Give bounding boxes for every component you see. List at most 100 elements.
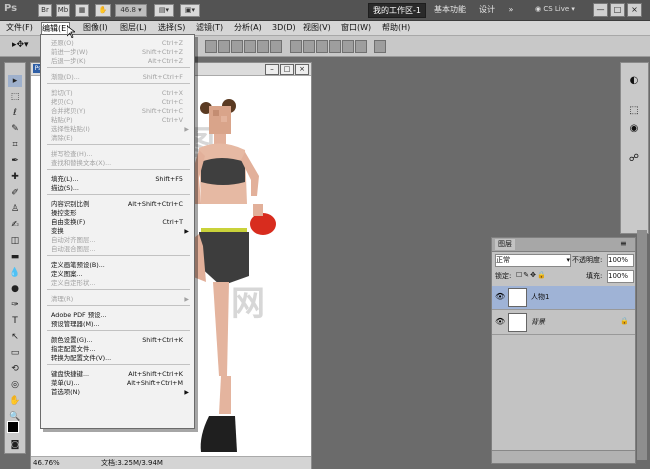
layer-row[interactable]: 👁 背景 🔒 xyxy=(492,311,635,335)
edit-menu-item[interactable]: 变换 ▶ xyxy=(51,227,189,236)
lock-icons[interactable]: ☐✎✥🔒 xyxy=(516,271,547,279)
edit-menu-item[interactable]: 内容识别比例 Alt+Shift+Ctrl+C xyxy=(51,200,189,209)
menu-analysis[interactable]: 分析(A) xyxy=(234,22,262,34)
foreground-color-swatch[interactable] xyxy=(7,421,19,433)
maximize-button[interactable]: □ xyxy=(610,3,625,17)
move-tool-icon[interactable]: ▸ xyxy=(8,75,22,87)
doc-minimize-button[interactable]: – xyxy=(265,64,279,75)
menu-layer[interactable]: 图层(L) xyxy=(120,22,147,34)
edit-menu-item[interactable]: 转换为配置文件(V)... xyxy=(51,354,189,363)
menu-file[interactable]: 文件(F) xyxy=(6,22,33,34)
doc-maximize-button[interactable]: □ xyxy=(280,64,294,75)
zoom-select[interactable]: 46.8 ▾ xyxy=(115,4,147,17)
align-vcenter-icon[interactable] xyxy=(218,40,230,53)
quick-select-tool-icon[interactable]: ✎ xyxy=(8,123,22,135)
mini-bridge-icon[interactable]: Mb xyxy=(56,4,70,17)
edit-menu-item: 选择性粘贴(I) ▶ xyxy=(51,125,189,134)
transform-icon[interactable]: ⬚ xyxy=(627,105,641,119)
hand-tool-icon[interactable]: ✋ xyxy=(8,395,22,407)
marquee-tool-icon[interactable]: ⬚ xyxy=(8,91,22,103)
navigator-icon[interactable]: ◐ xyxy=(627,75,641,89)
eraser-tool-icon[interactable]: ◫ xyxy=(8,235,22,247)
edit-menu-item[interactable]: 定义图案... xyxy=(51,270,189,279)
screen-mode-icon[interactable]: ▣▾ xyxy=(180,4,200,17)
masks-icon[interactable]: ◉ xyxy=(627,123,641,137)
menu-select[interactable]: 选择(S) xyxy=(158,22,185,34)
eye-icon[interactable]: 👁 xyxy=(495,317,505,326)
minimize-button[interactable]: — xyxy=(593,3,608,17)
healing-brush-tool-icon[interactable]: ✚ xyxy=(8,171,22,183)
zoom-level[interactable]: 46.76% xyxy=(33,457,60,469)
history-brush-tool-icon[interactable]: ✍ xyxy=(8,219,22,231)
bridge-icon[interactable]: Br xyxy=(38,4,52,17)
distribute-bottom-icon[interactable] xyxy=(316,40,328,53)
lasso-tool-icon[interactable]: ℓ xyxy=(8,107,22,119)
edit-menu-item[interactable]: 首选项(N) ▶ xyxy=(51,388,189,397)
type-tool-icon[interactable]: T xyxy=(8,315,22,327)
distribute-vcenter-icon[interactable] xyxy=(303,40,315,53)
cs-live-button[interactable]: ◉ CS Live ▾ xyxy=(535,3,583,16)
shape-tool-icon[interactable]: ▭ xyxy=(8,347,22,359)
workspace-essentials[interactable]: 基本功能 xyxy=(430,3,470,16)
align-top-icon[interactable] xyxy=(205,40,217,53)
eyedropper-tool-icon[interactable]: ✒ xyxy=(8,155,22,167)
arrange-documents-icon[interactable]: ▤▾ xyxy=(154,4,174,17)
align-bottom-icon[interactable] xyxy=(231,40,243,53)
edit-menu-item[interactable]: 操控变形 xyxy=(51,209,189,218)
menu-item-label: 清除(E) xyxy=(51,134,73,142)
panel-menu-icon[interactable]: ≡ xyxy=(620,239,627,248)
distribute-right-icon[interactable] xyxy=(355,40,367,53)
edit-menu-item[interactable]: 自由变换(F) Ctrl+T xyxy=(51,218,189,227)
menu-filter[interactable]: 滤镜(T) xyxy=(196,22,223,34)
edit-menu-item[interactable]: 菜单(U)... Alt+Shift+Ctrl+M xyxy=(51,379,189,388)
3d-orbit-tool-icon[interactable]: ◎ xyxy=(8,379,22,391)
grid-icon[interactable]: ▦ xyxy=(75,4,89,17)
workspace-overflow-button[interactable]: » xyxy=(506,3,516,16)
edit-menu-item[interactable]: Adobe PDF 预设... xyxy=(51,311,189,320)
crop-tool-icon[interactable]: ⌗ xyxy=(8,139,22,151)
close-button[interactable]: × xyxy=(627,3,642,17)
distribute-left-icon[interactable] xyxy=(329,40,341,53)
workspace-design[interactable]: 设计 xyxy=(475,3,499,16)
edit-menu-item[interactable]: 描边(S)... xyxy=(51,184,189,193)
menu-help[interactable]: 帮助(H) xyxy=(382,22,410,34)
fill-input[interactable]: 100% xyxy=(607,270,634,283)
gradient-tool-icon[interactable]: ▬ xyxy=(8,251,22,263)
3d-rotate-tool-icon[interactable]: ⟲ xyxy=(8,363,22,375)
move-tool-preset-icon[interactable]: ▸✥▾ xyxy=(12,40,36,52)
clone-stamp-tool-icon[interactable]: ♙ xyxy=(8,203,22,215)
pen-tool-icon[interactable]: ✑ xyxy=(8,299,22,311)
edit-menu-item[interactable]: 预设管理器(M)... xyxy=(51,320,189,329)
menu-image[interactable]: 图像(I) xyxy=(83,22,108,34)
channels-icon[interactable]: ☍ xyxy=(627,153,641,167)
menu-3d[interactable]: 3D(D) xyxy=(272,22,296,34)
align-hcenter-icon[interactable] xyxy=(257,40,269,53)
menu-view[interactable]: 视图(V) xyxy=(303,22,331,34)
menu-item-label: 预设管理器(M)... xyxy=(51,320,100,328)
align-left-icon[interactable] xyxy=(244,40,256,53)
edit-menu-item[interactable]: 颜色设置(G)... Shift+Ctrl+K xyxy=(51,336,189,345)
eye-icon[interactable]: 👁 xyxy=(495,292,505,301)
dodge-tool-icon[interactable]: ● xyxy=(8,283,22,295)
blend-mode-select[interactable]: 正常 ▾ xyxy=(495,254,571,267)
menu-item-label: 拼写检查(H)... xyxy=(51,150,93,158)
edit-menu-item[interactable]: 定义画笔预设(B)... xyxy=(51,261,189,270)
menu-window[interactable]: 窗口(W) xyxy=(341,22,371,34)
edit-menu-item[interactable]: 键盘快捷键... Alt+Shift+Ctrl+K xyxy=(51,370,189,379)
quick-mask-icon[interactable]: ◙ xyxy=(8,439,22,451)
hand-tool-icon[interactable]: ✋ xyxy=(95,4,111,17)
distribute-hcenter-icon[interactable] xyxy=(342,40,354,53)
edit-menu-item[interactable]: 填充(L)... Shift+F5 xyxy=(51,175,189,184)
layer-row[interactable]: 👁 人物1 xyxy=(492,286,635,310)
distribute-top-icon[interactable] xyxy=(290,40,302,53)
path-selection-tool-icon[interactable]: ↖ xyxy=(8,331,22,343)
doc-close-button[interactable]: × xyxy=(295,64,309,75)
tab-layers[interactable]: 图层 xyxy=(495,239,515,250)
opacity-input[interactable]: 100% xyxy=(607,254,634,267)
edit-menu-item[interactable]: 指定配置文件... xyxy=(51,345,189,354)
auto-align-icon[interactable] xyxy=(374,40,386,53)
align-right-icon[interactable] xyxy=(270,40,282,53)
blur-tool-icon[interactable]: 💧 xyxy=(8,267,22,279)
brush-tool-icon[interactable]: ✐ xyxy=(8,187,22,199)
workspace-my-workspace[interactable]: 我的工作区-1 xyxy=(368,3,426,18)
